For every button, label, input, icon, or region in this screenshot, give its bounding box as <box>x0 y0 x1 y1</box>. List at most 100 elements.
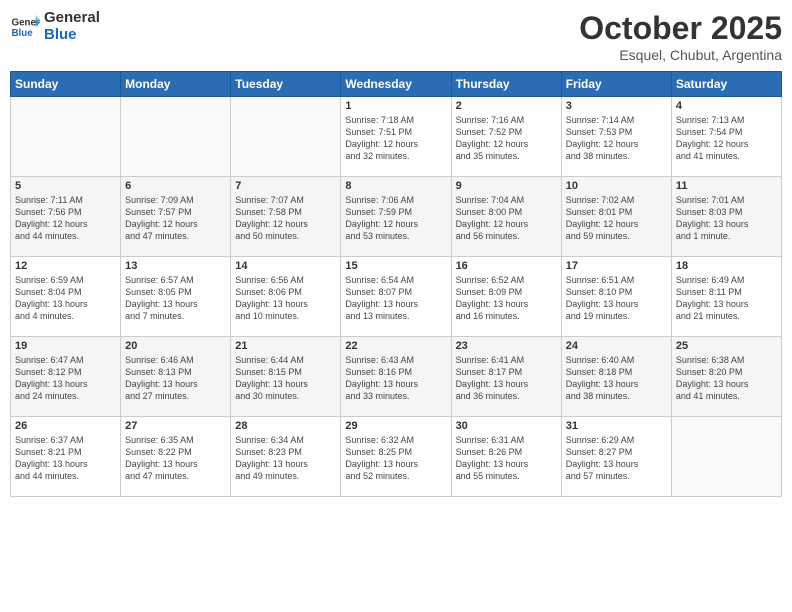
day-number: 17 <box>566 260 667 272</box>
day-info: Sunrise: 6:44 AMSunset: 8:15 PMDaylight:… <box>235 354 336 403</box>
calendar-cell-w2-d2: 6 Sunrise: 7:09 AMSunset: 7:57 PMDaylight… <box>121 177 231 257</box>
day-info: Sunrise: 6:40 AMSunset: 8:18 PMDaylight:… <box>566 354 667 403</box>
day-info: Sunrise: 7:14 AMSunset: 7:53 PMDaylight:… <box>566 114 667 163</box>
calendar-cell-w1-d4: 1 Sunrise: 7:18 AMSunset: 7:51 PMDaylight… <box>341 97 451 177</box>
calendar-cell-w1-d2 <box>121 97 231 177</box>
logo-line2: Blue <box>44 27 100 44</box>
day-info: Sunrise: 6:31 AMSunset: 8:26 PMDaylight:… <box>456 434 557 483</box>
day-number: 29 <box>345 420 446 432</box>
calendar-cell-w2-d6: 10Sunrise: 7:02 AMSunset: 8:01 PMDayligh… <box>561 177 671 257</box>
calendar-week-3: 12Sunrise: 6:59 AMSunset: 8:04 PMDayligh… <box>11 257 782 337</box>
day-number: 21 <box>235 340 336 352</box>
day-number: 2 <box>456 100 557 112</box>
day-info: Sunrise: 6:47 AMSunset: 8:12 PMDaylight:… <box>15 354 116 403</box>
day-info: Sunrise: 6:43 AMSunset: 8:16 PMDaylight:… <box>345 354 446 403</box>
calendar-cell-w5-d1: 26 Sunrise: 6:37 AMSunset: 8:21 PMDayligh… <box>11 417 121 497</box>
day-info: Sunrise: 7:07 AMSunset: 7:58 PMDaylight:… <box>235 194 336 243</box>
calendar-cell-w5-d7 <box>671 417 781 497</box>
day-number: 7 <box>235 180 336 192</box>
calendar-cell-w1-d6: 3 Sunrise: 7:14 AMSunset: 7:53 PMDaylight… <box>561 97 671 177</box>
day-info: Sunrise: 7:18 AMSunset: 7:51 PMDaylight:… <box>345 114 446 163</box>
calendar-cell-w3-d7: 18 Sunrise: 6:49 AMSunset: 8:11 PMDayligh… <box>671 257 781 337</box>
day-number: 20 <box>125 340 226 352</box>
day-info: Sunrise: 6:35 AMSunset: 8:22 PMDaylight:… <box>125 434 226 483</box>
day-number: 5 <box>15 180 116 192</box>
day-number: 13 <box>125 260 226 272</box>
calendar-cell-w2-d3: 7 Sunrise: 7:07 AMSunset: 7:58 PMDaylight… <box>231 177 341 257</box>
day-info: Sunrise: 7:06 AMSunset: 7:59 PMDaylight:… <box>345 194 446 243</box>
day-number: 25 <box>676 340 777 352</box>
day-number: 22 <box>345 340 446 352</box>
calendar-cell-w3-d4: 15Sunrise: 6:54 AMSunset: 8:07 PMDayligh… <box>341 257 451 337</box>
calendar-cell-w4-d3: 21 Sunrise: 6:44 AMSunset: 8:15 PMDayligh… <box>231 337 341 417</box>
day-info: Sunrise: 6:59 AMSunset: 8:04 PMDaylight:… <box>15 274 116 323</box>
day-number: 1 <box>345 100 446 112</box>
day-number: 8 <box>345 180 446 192</box>
calendar-cell-w3-d2: 13Sunrise: 6:57 AMSunset: 8:05 PMDayligh… <box>121 257 231 337</box>
day-number: 9 <box>456 180 557 192</box>
calendar-cell-w3-d5: 16 Sunrise: 6:52 AMSunset: 8:09 PMDayligh… <box>451 257 561 337</box>
calendar-cell-w5-d3: 28 Sunrise: 6:34 AMSunset: 8:23 PMDayligh… <box>231 417 341 497</box>
day-info: Sunrise: 7:13 AMSunset: 7:54 PMDaylight:… <box>676 114 777 163</box>
calendar-week-2: 5Sunrise: 7:11 AMSunset: 7:56 PMDaylight… <box>11 177 782 257</box>
day-info: Sunrise: 6:37 AMSunset: 8:21 PMDaylight:… <box>15 434 116 483</box>
calendar-cell-w2-d4: 8 Sunrise: 7:06 AMSunset: 7:59 PMDaylight… <box>341 177 451 257</box>
header-wednesday: Wednesday <box>341 72 451 97</box>
main-title: October 2025 <box>579 10 782 47</box>
day-info: Sunrise: 6:32 AMSunset: 8:25 PMDaylight:… <box>345 434 446 483</box>
day-info: Sunrise: 6:54 AMSunset: 8:07 PMDaylight:… <box>345 274 446 323</box>
header-tuesday: Tuesday <box>231 72 341 97</box>
day-info: Sunrise: 7:02 AMSunset: 8:01 PMDaylight:… <box>566 194 667 243</box>
day-info: Sunrise: 7:04 AMSunset: 8:00 PMDaylight:… <box>456 194 557 243</box>
day-number: 26 <box>15 420 116 432</box>
calendar-cell-w1-d7: 4Sunrise: 7:13 AMSunset: 7:54 PMDaylight… <box>671 97 781 177</box>
calendar-cell-w5-d5: 30Sunrise: 6:31 AMSunset: 8:26 PMDayligh… <box>451 417 561 497</box>
calendar-cell-w5-d2: 27 Sunrise: 6:35 AMSunset: 8:22 PMDayligh… <box>121 417 231 497</box>
day-info: Sunrise: 6:34 AMSunset: 8:23 PMDaylight:… <box>235 434 336 483</box>
header-monday: Monday <box>121 72 231 97</box>
day-info: Sunrise: 6:46 AMSunset: 8:13 PMDaylight:… <box>125 354 226 403</box>
day-number: 24 <box>566 340 667 352</box>
calendar-cell-w2-d1: 5Sunrise: 7:11 AMSunset: 7:56 PMDaylight… <box>11 177 121 257</box>
calendar-week-1: 1 Sunrise: 7:18 AMSunset: 7:51 PMDaylight… <box>11 97 782 177</box>
day-number: 6 <box>125 180 226 192</box>
day-number: 28 <box>235 420 336 432</box>
title-block: October 2025 Esquel, Chubut, Argentina <box>579 10 782 63</box>
day-info: Sunrise: 7:09 AMSunset: 7:57 PMDaylight:… <box>125 194 226 243</box>
day-info: Sunrise: 6:51 AMSunset: 8:10 PMDaylight:… <box>566 274 667 323</box>
logo-line1: General <box>44 10 100 27</box>
logo-icon: General Blue <box>10 12 40 42</box>
calendar-week-5: 26 Sunrise: 6:37 AMSunset: 8:21 PMDayligh… <box>11 417 782 497</box>
logo: General Blue General Blue <box>10 10 100 43</box>
day-number: 27 <box>125 420 226 432</box>
calendar-cell-w3-d6: 17 Sunrise: 6:51 AMSunset: 8:10 PMDayligh… <box>561 257 671 337</box>
day-number: 19 <box>15 340 116 352</box>
day-number: 16 <box>456 260 557 272</box>
header-friday: Friday <box>561 72 671 97</box>
day-number: 14 <box>235 260 336 272</box>
day-number: 3 <box>566 100 667 112</box>
calendar-cell-w4-d7: 25Sunrise: 6:38 AMSunset: 8:20 PMDayligh… <box>671 337 781 417</box>
day-number: 31 <box>566 420 667 432</box>
calendar-cell-w1-d3 <box>231 97 341 177</box>
calendar-table: Sunday Monday Tuesday Wednesday Thursday… <box>10 71 782 497</box>
day-info: Sunrise: 6:49 AMSunset: 8:11 PMDaylight:… <box>676 274 777 323</box>
day-info: Sunrise: 7:01 AMSunset: 8:03 PMDaylight:… <box>676 194 777 243</box>
day-info: Sunrise: 7:16 AMSunset: 7:52 PMDaylight:… <box>456 114 557 163</box>
calendar-cell-w1-d1 <box>11 97 121 177</box>
day-info: Sunrise: 6:41 AMSunset: 8:17 PMDaylight:… <box>456 354 557 403</box>
header-thursday: Thursday <box>451 72 561 97</box>
calendar-cell-w2-d5: 9 Sunrise: 7:04 AMSunset: 8:00 PMDaylight… <box>451 177 561 257</box>
calendar-week-4: 19 Sunrise: 6:47 AMSunset: 8:12 PMDayligh… <box>11 337 782 417</box>
calendar-cell-w3-d3: 14Sunrise: 6:56 AMSunset: 8:06 PMDayligh… <box>231 257 341 337</box>
day-number: 11 <box>676 180 777 192</box>
day-number: 18 <box>676 260 777 272</box>
calendar-cell-w4-d2: 20 Sunrise: 6:46 AMSunset: 8:13 PMDayligh… <box>121 337 231 417</box>
calendar-cell-w4-d4: 22 Sunrise: 6:43 AMSunset: 8:16 PMDayligh… <box>341 337 451 417</box>
header-saturday: Saturday <box>671 72 781 97</box>
calendar-header-row: Sunday Monday Tuesday Wednesday Thursday… <box>11 72 782 97</box>
svg-text:Blue: Blue <box>12 28 34 39</box>
calendar-cell-w2-d7: 11 Sunrise: 7:01 AMSunset: 8:03 PMDayligh… <box>671 177 781 257</box>
calendar-cell-w3-d1: 12Sunrise: 6:59 AMSunset: 8:04 PMDayligh… <box>11 257 121 337</box>
day-info: Sunrise: 6:52 AMSunset: 8:09 PMDaylight:… <box>456 274 557 323</box>
